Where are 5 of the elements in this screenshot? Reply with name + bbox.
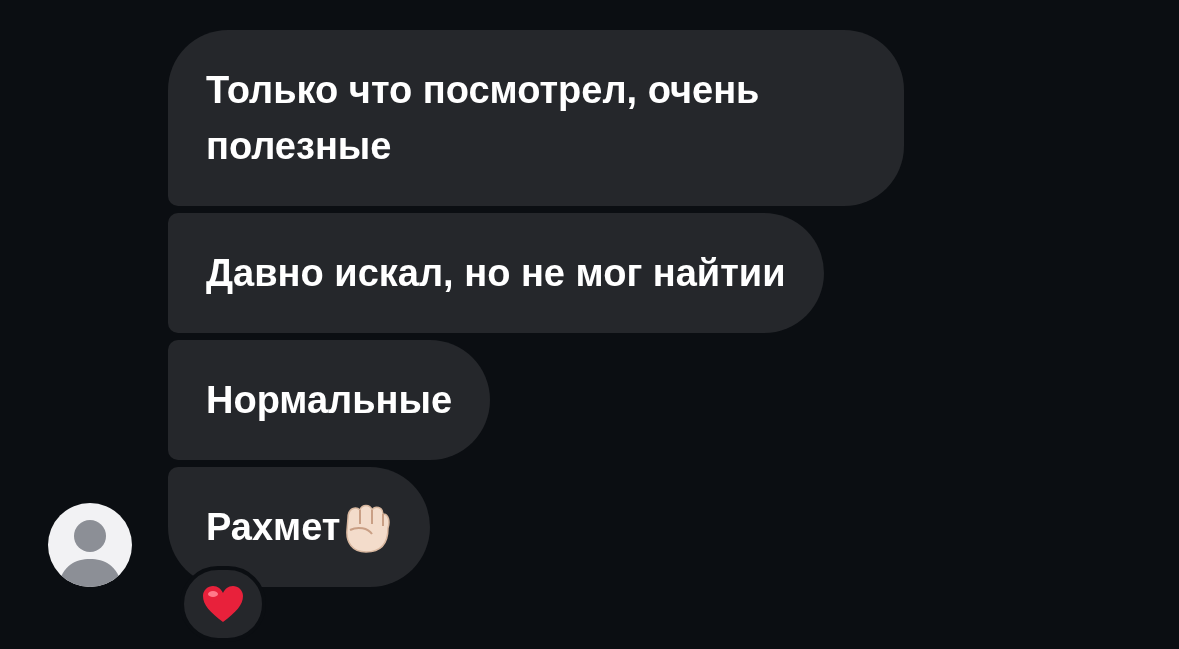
message-text: Только что посмотрел, очень полезные (206, 68, 761, 169)
message-text: Рахмет (206, 505, 341, 550)
message-text: Нормальные (206, 378, 453, 423)
heart-icon (202, 585, 244, 623)
message-text: Давно искал, но не мог найтии (206, 251, 786, 296)
